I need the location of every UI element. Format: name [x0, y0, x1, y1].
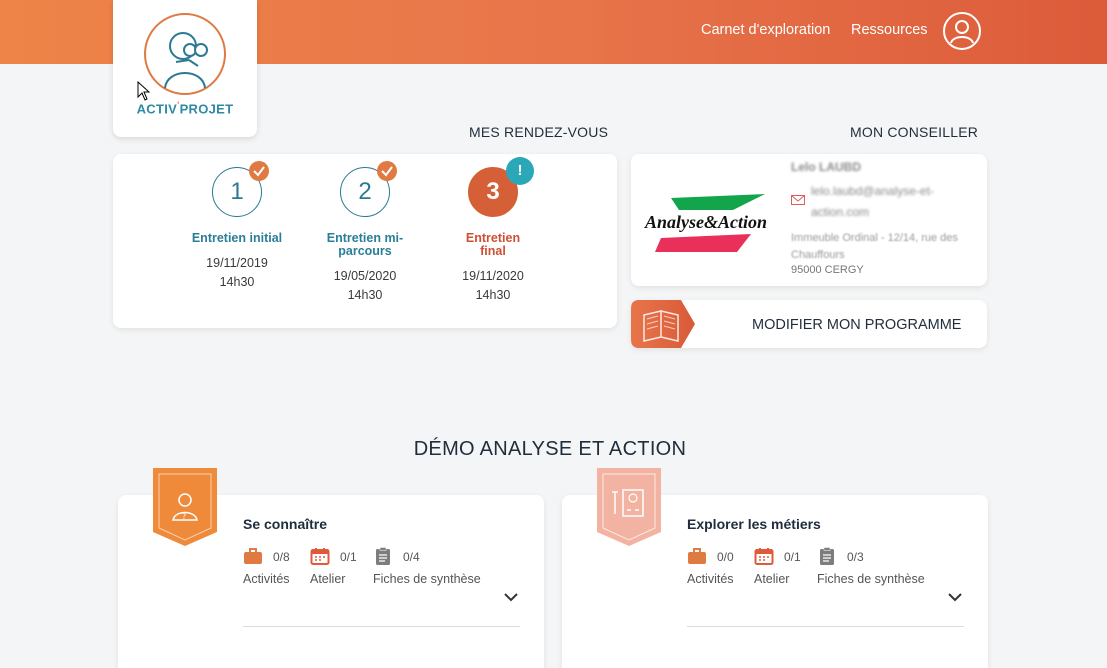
- rdv-step-mi-parcours[interactable]: 2 Entretien mi-parcours 19/05/2020 14h30: [310, 161, 420, 305]
- conseiller-heading: MON CONSEILLER: [850, 124, 979, 140]
- analyse-action-logo: Analyse&Action: [644, 194, 767, 252]
- chevron-down-icon[interactable]: [947, 592, 963, 602]
- conseiller-card: Analyse&Action Lelo LAUBD lelo.laubd@ana…: [631, 154, 987, 286]
- checkmark-icon: [249, 161, 269, 181]
- calendar-icon: [310, 548, 330, 565]
- mouse-cursor-icon: [137, 81, 151, 101]
- modify-programme-button[interactable]: MODIFIER MON PROGRAMME: [631, 300, 987, 348]
- step-title: Entretien initial: [191, 231, 283, 245]
- tools-document-icon: [597, 468, 661, 546]
- conseiller-email[interactable]: lelo.laubd@analyse-et-action.com: [811, 181, 971, 223]
- nav-link-carnet[interactable]: Carnet d'exploration: [701, 22, 830, 38]
- step-title: Entretien mi-parcours: [326, 231, 404, 258]
- step-number-circle: 3 !: [468, 157, 534, 217]
- step-number-circle: 1: [212, 161, 269, 217]
- open-book-icon: [631, 300, 695, 348]
- demo-section-title: DÉMO ANALYSE ET ACTION: [413, 438, 687, 460]
- user-account-icon[interactable]: [943, 12, 981, 50]
- step-date: 19/05/2020: [333, 269, 397, 283]
- binoculars-person-icon: [144, 13, 226, 95]
- divider: [687, 626, 964, 627]
- rendezvous-heading: MES RENDEZ-VOUS: [469, 124, 609, 140]
- clipboard-icon: [820, 547, 834, 565]
- alert-badge: !: [506, 157, 534, 185]
- rdv-step-initial[interactable]: 1 Entretien initial 19/11/2019 14h30: [182, 161, 292, 292]
- conseiller-name: Lelo LAUBD: [791, 160, 861, 174]
- checkmark-icon: [377, 161, 397, 181]
- step-time: 14h30: [347, 288, 383, 302]
- briefcase-icon: [688, 548, 706, 564]
- step-title: Entretien final: [465, 231, 521, 258]
- chevron-down-icon[interactable]: [503, 592, 519, 602]
- step-date: 19/11/2019: [206, 256, 268, 270]
- module-title: Se connaître: [243, 516, 328, 532]
- logo-text: ACTIV'PROJET: [136, 100, 234, 117]
- step-number-circle: 2: [340, 161, 397, 217]
- nav-link-ressources[interactable]: Ressources: [851, 22, 928, 38]
- rdv-step-final[interactable]: 3 ! Entretien final 19/11/2020 14h30: [438, 157, 548, 305]
- modify-programme-label: MODIFIER MON PROGRAMME: [752, 317, 962, 333]
- svg-text:Analyse&Action: Analyse&Action: [644, 212, 767, 232]
- app-logo[interactable]: ACTIV'PROJET: [113, 0, 257, 137]
- module-title: Explorer les métiers: [687, 516, 821, 532]
- person-question-icon: ?: [153, 468, 217, 546]
- svg-text:?: ?: [182, 512, 186, 521]
- clipboard-icon: [376, 547, 390, 565]
- step-time: 14h30: [475, 288, 511, 302]
- calendar-icon: [754, 548, 774, 565]
- briefcase-icon: [244, 548, 262, 564]
- mail-icon: [791, 195, 805, 205]
- divider: [243, 626, 520, 627]
- step-date: 19/11/2020: [462, 269, 524, 283]
- rendezvous-card: 1 Entretien initial 19/11/2019 14h30 2 E…: [113, 154, 617, 328]
- conseiller-address: Immeuble Ordinal - 12/14, rue des Chauff…: [791, 232, 958, 261]
- conseiller-city: 95000 CERGY: [791, 264, 864, 276]
- step-time: 14h30: [219, 275, 255, 289]
